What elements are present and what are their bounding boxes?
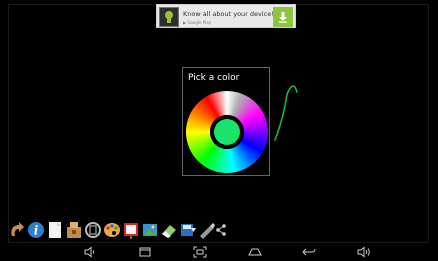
info-icon[interactable]: i	[27, 220, 45, 240]
ad-thumbnail	[159, 7, 179, 27]
svg-text:i: i	[34, 224, 39, 238]
ad-text: Know all about your device!	[183, 10, 274, 18]
color-wheel[interactable]	[185, 90, 269, 174]
recent-apps-icon[interactable]	[138, 246, 152, 258]
download-button[interactable]	[273, 7, 293, 27]
navigation-bar	[0, 243, 438, 261]
stamp-icon[interactable]	[65, 220, 83, 240]
selected-color-swatch[interactable]	[214, 119, 240, 145]
home-icon[interactable]	[248, 246, 262, 258]
palette-icon[interactable]	[103, 220, 121, 240]
volume-down-icon[interactable]	[83, 246, 97, 258]
ad-store-label: ▶ Google Play	[183, 20, 212, 25]
page-icon[interactable]	[46, 220, 64, 240]
color-picker-dialog: Pick a color	[182, 67, 270, 176]
save-icon[interactable]	[179, 220, 197, 240]
screenshot-icon[interactable]	[193, 246, 207, 258]
gallery-icon[interactable]	[141, 220, 159, 240]
dialog-title: Pick a color	[188, 73, 240, 83]
brush-icon[interactable]	[198, 220, 216, 240]
share-icon[interactable]	[215, 220, 227, 240]
download-icon	[279, 12, 287, 23]
canvas-icon[interactable]	[122, 220, 140, 240]
ad-banner[interactable]: Know all about your device! ▶ Google Pla…	[156, 4, 296, 28]
undo-icon[interactable]	[8, 220, 26, 240]
eraser-icon[interactable]	[160, 220, 178, 240]
back-icon[interactable]	[302, 246, 316, 258]
recycle-icon[interactable]	[84, 220, 102, 240]
drawn-stroke	[274, 85, 298, 141]
volume-up-icon[interactable]	[357, 246, 371, 258]
